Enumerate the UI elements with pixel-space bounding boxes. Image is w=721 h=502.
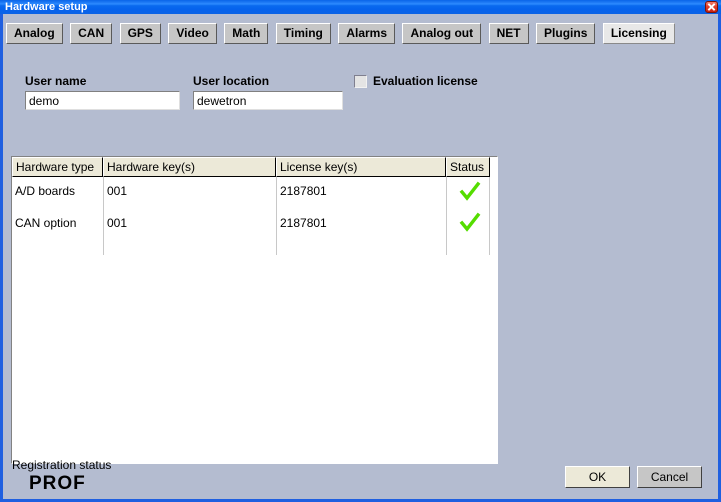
user-name-input[interactable]: [25, 91, 180, 110]
cell-hardware-key: 001: [107, 216, 128, 230]
registration-status-label: Registration status: [12, 458, 112, 472]
evaluation-license-label: Evaluation license: [373, 74, 478, 88]
tab-video[interactable]: Video: [168, 23, 217, 44]
column-separator: [276, 177, 277, 255]
tab-strip: Analog CAN GPS Video Math Timing Alarms …: [6, 23, 678, 44]
license-table-header: Hardware type Hardware key(s) License ke…: [12, 157, 490, 177]
tab-alarms[interactable]: Alarms: [338, 23, 396, 44]
dialog-client-area: Analog CAN GPS Video Math Timing Alarms …: [3, 14, 718, 499]
title-bar[interactable]: Hardware setup: [0, 0, 721, 14]
tab-net[interactable]: NET: [488, 23, 529, 44]
cell-license-key: 2187801: [280, 216, 327, 230]
cell-license-key: 2187801: [280, 184, 327, 198]
column-separator: [103, 177, 104, 255]
column-header-hardware-type[interactable]: Hardware type: [12, 157, 103, 177]
column-separator: [446, 177, 447, 255]
user-name-label: User name: [25, 74, 87, 88]
tab-can[interactable]: CAN: [70, 23, 113, 44]
column-header-hardware-key[interactable]: Hardware key(s): [103, 157, 276, 177]
tab-analog-out[interactable]: Analog out: [402, 23, 482, 44]
evaluation-license-checkbox[interactable]: [354, 75, 367, 88]
hardware-setup-window: Hardware setup Analog CAN GPS Video Math…: [0, 0, 721, 502]
column-header-license-key[interactable]: License key(s): [276, 157, 446, 177]
tab-math[interactable]: Math: [224, 23, 269, 44]
user-location-label: User location: [193, 74, 270, 88]
user-location-input[interactable]: [193, 91, 343, 110]
close-icon[interactable]: [705, 1, 718, 13]
cell-hardware-type: CAN option: [15, 216, 77, 230]
cell-hardware-key: 001: [107, 184, 128, 198]
window-title: Hardware setup: [5, 1, 88, 13]
column-separator: [489, 177, 490, 255]
tab-timing[interactable]: Timing: [275, 23, 331, 44]
column-header-status[interactable]: Status: [446, 157, 490, 177]
tab-analog[interactable]: Analog: [6, 23, 63, 44]
status-ok-icon: [459, 212, 481, 234]
ok-button[interactable]: OK: [565, 466, 630, 488]
status-ok-icon: [459, 181, 481, 203]
tab-licensing[interactable]: Licensing: [602, 23, 675, 44]
cell-hardware-type: A/D boards: [15, 184, 76, 198]
tab-plugins[interactable]: Plugins: [536, 23, 596, 44]
registration-status-value: PROF: [29, 473, 86, 494]
license-table: Hardware type Hardware key(s) License ke…: [11, 156, 498, 464]
tab-gps[interactable]: GPS: [119, 23, 161, 44]
cancel-button[interactable]: Cancel: [637, 466, 702, 488]
